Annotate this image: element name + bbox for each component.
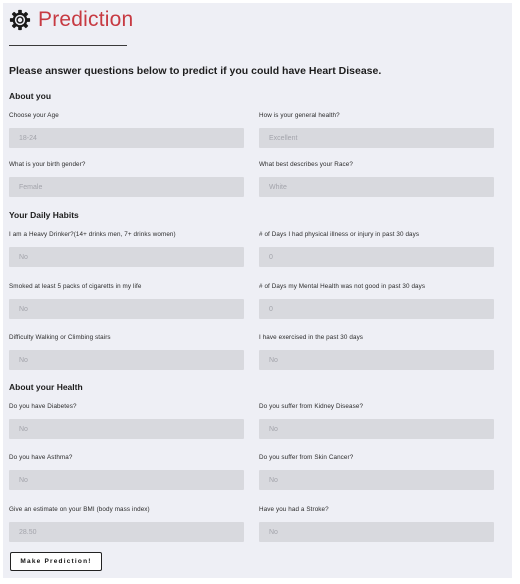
smoked-field: Smoked at least 5 packs of cigaretts in … [9, 282, 244, 319]
birth-gender-label: What is your birth gender? [9, 161, 86, 168]
physical-illness-field: # of Days I had physical illness or inju… [259, 230, 494, 267]
page-title: Prediction [38, 8, 134, 31]
stroke-select[interactable]: No [259, 522, 494, 542]
difficulty-walking-label: Difficulty Walking or Climbing stairs [9, 334, 111, 341]
general-health-field: How is your general health? Excellent [259, 111, 494, 148]
asthma-field: Do you have Asthma? No [9, 453, 244, 490]
skin-cancer-field: Do you suffer from Skin Cancer? No [259, 453, 494, 490]
exercised-label: I have exercised in the past 30 days [259, 334, 364, 341]
general-health-select[interactable]: Excellent [259, 128, 494, 148]
smoked-label: Smoked at least 5 packs of cigaretts in … [9, 283, 142, 290]
age-field: Choose your Age 18-24 [9, 111, 244, 148]
age-label: Choose your Age [9, 112, 59, 119]
race-field: What best describes your Race? White [259, 160, 494, 197]
heavy-drinker-select[interactable]: No [9, 247, 244, 267]
kidney-disease-label: Do you suffer from Kidney Disease? [259, 403, 364, 410]
mental-health-field: # of Days my Mental Health was not good … [259, 282, 494, 319]
stroke-field: Have you had a Stroke? No [259, 505, 494, 542]
skin-cancer-select[interactable]: No [259, 470, 494, 490]
mental-health-label: # of Days my Mental Health was not good … [259, 283, 426, 290]
difficulty-walking-field: Difficulty Walking or Climbing stairs No [9, 333, 244, 370]
section-about-health: About your Health [9, 382, 83, 392]
bmi-label: Give an estimate on your BMI (body mass … [9, 506, 150, 513]
bmi-input[interactable]: 28.50 [9, 522, 244, 542]
stroke-label: Have you had a Stroke? [259, 506, 329, 513]
race-label: What best describes your Race? [259, 161, 353, 168]
exercised-field: I have exercised in the past 30 days No [259, 333, 494, 370]
smoked-select[interactable]: No [9, 299, 244, 319]
asthma-label: Do you have Asthma? [9, 454, 73, 461]
make-prediction-button[interactable]: Make Prediction! [10, 552, 102, 571]
race-select[interactable]: White [259, 177, 494, 197]
diabetes-field: Do you have Diabetes? No [9, 402, 244, 439]
kidney-disease-select[interactable]: No [259, 419, 494, 439]
heavy-drinker-field: I am a Heavy Drinker?(14+ drinks men, 7+… [9, 230, 244, 267]
general-health-label: How is your general health? [259, 112, 340, 119]
birth-gender-field: What is your birth gender? Female [9, 160, 244, 197]
heavy-drinker-label: I am a Heavy Drinker?(14+ drinks men, 7+… [9, 231, 176, 238]
gear-icon [9, 9, 31, 31]
diabetes-select[interactable]: No [9, 419, 244, 439]
birth-gender-select[interactable]: Female [9, 177, 244, 197]
diabetes-label: Do you have Diabetes? [9, 403, 77, 410]
age-select[interactable]: 18-24 [9, 128, 244, 148]
intro-text: Please answer questions below to predict… [9, 65, 382, 77]
mental-health-input[interactable]: 0 [259, 299, 494, 319]
physical-illness-input[interactable]: 0 [259, 247, 494, 267]
page-header: Prediction [9, 8, 133, 32]
physical-illness-label: # of Days I had physical illness or inju… [259, 231, 420, 238]
exercised-select[interactable]: No [259, 350, 494, 370]
title-divider [9, 45, 127, 46]
asthma-select[interactable]: No [9, 470, 244, 490]
kidney-disease-field: Do you suffer from Kidney Disease? No [259, 402, 494, 439]
bmi-field: Give an estimate on your BMI (body mass … [9, 505, 244, 542]
skin-cancer-label: Do you suffer from Skin Cancer? [259, 454, 354, 461]
section-about-you: About you [9, 91, 52, 101]
difficulty-walking-select[interactable]: No [9, 350, 244, 370]
section-daily-habits: Your Daily Habits [9, 210, 79, 220]
